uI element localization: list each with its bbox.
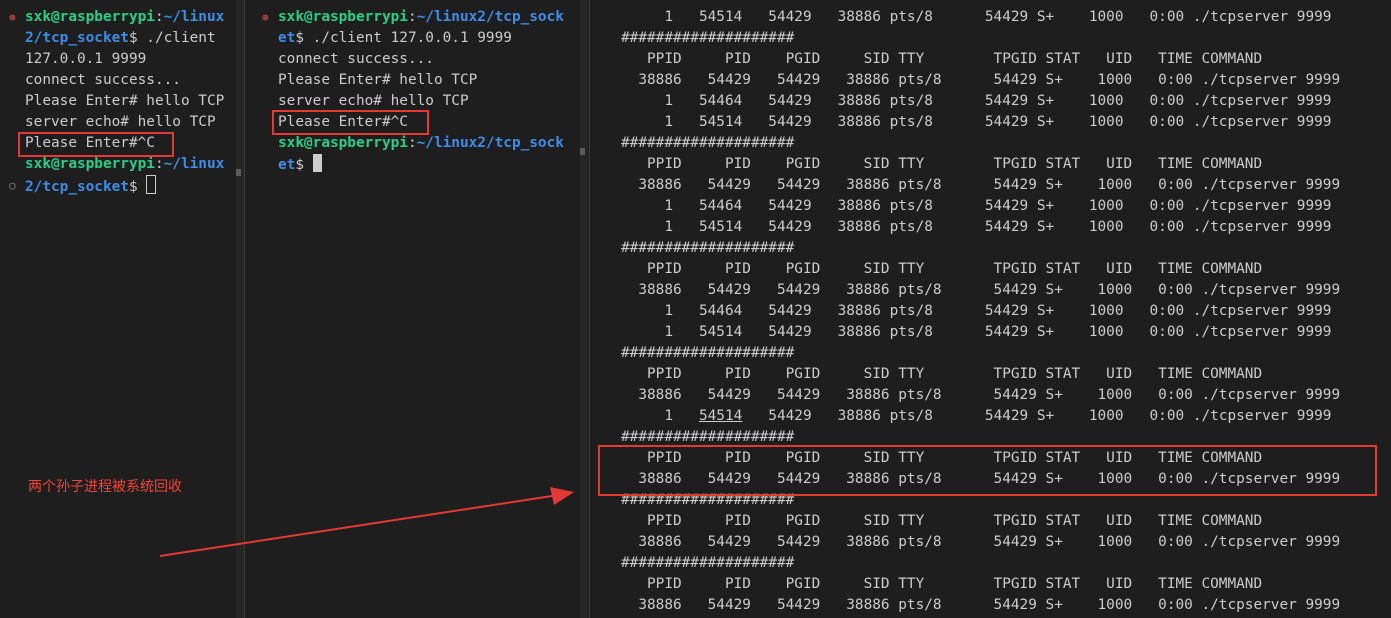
arrow-line xyxy=(159,495,553,557)
annotation-arrow xyxy=(159,487,574,557)
arrow-head xyxy=(550,487,574,505)
